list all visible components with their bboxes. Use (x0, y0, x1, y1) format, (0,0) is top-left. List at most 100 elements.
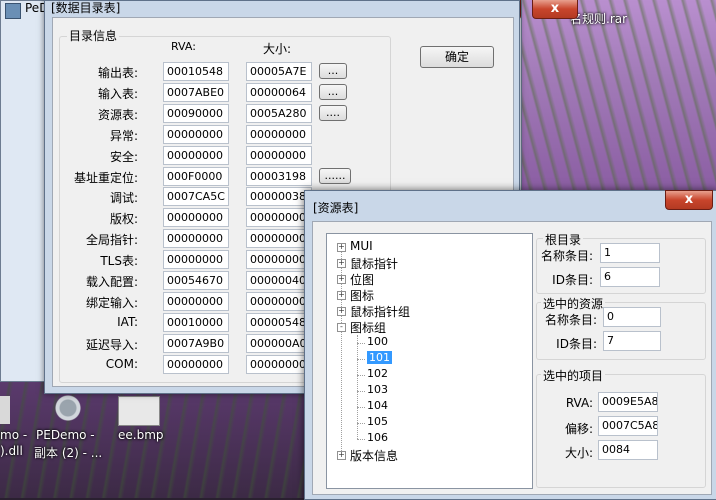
row-label: 基址重定位: (73, 171, 138, 185)
tree-node[interactable]: 图标组 (350, 319, 386, 336)
tree-line (357, 407, 365, 408)
resource-window-title: [资源表] (313, 201, 359, 215)
size-field[interactable]: 00003198 (246, 167, 312, 186)
size-field[interactable]: 00000000 (246, 292, 312, 311)
size-column-header: 大小: (263, 42, 292, 56)
row-label: 延迟导入: (85, 338, 138, 352)
root-id-count-field[interactable]: 6 (600, 267, 660, 287)
row-label: 绑定输入: (85, 296, 138, 310)
size-field[interactable]: 0005A280 (246, 104, 312, 123)
rva-field[interactable]: 00000000 (163, 355, 229, 374)
row-label: 输入表: (97, 87, 138, 101)
collapse-icon[interactable]: - (337, 323, 346, 332)
tree-node-child[interactable]: 105 (367, 415, 388, 428)
size-field[interactable]: 00000000 (246, 355, 312, 374)
gear-shortcut-icon[interactable] (52, 394, 92, 422)
rva-field[interactable]: 00010000 (163, 313, 229, 332)
root-directory-label: 根目录 (543, 231, 584, 248)
rva-field[interactable]: 00000000 (163, 146, 229, 165)
rva-field[interactable]: 00000000 (163, 208, 229, 227)
rva-field[interactable]: 00054670 (163, 271, 229, 290)
rva-field[interactable]: 0007CA5C (163, 187, 229, 206)
selected-item-label: 选中的项目 (541, 367, 606, 384)
tree-line (357, 375, 365, 376)
resource-tree[interactable]: + MUI + 鼠标指针 + 位图 + 图标 + 鼠标指针组 - 图标组 100 101 102 103 104… (326, 233, 533, 489)
tree-node-selected[interactable]: 101 (367, 351, 392, 364)
selected-name-label: 名称条目: (544, 313, 597, 327)
item-offset-field[interactable]: 0007C5A8 (598, 416, 658, 436)
tree-node[interactable]: 位图 (350, 271, 374, 288)
details-button[interactable]: ... (319, 63, 347, 79)
size-field[interactable]: 00000000 (246, 208, 312, 227)
expand-icon[interactable]: + (337, 451, 346, 460)
details-button[interactable]: ...... (319, 168, 351, 184)
size-field[interactable]: 00000040 (246, 271, 312, 290)
selected-id-count-field[interactable]: 7 (603, 331, 661, 351)
dll-file-icon[interactable] (0, 396, 10, 424)
resource-close-button[interactable]: x (665, 190, 713, 210)
expand-icon[interactable]: + (337, 275, 346, 284)
background-close-button-2[interactable]: x (532, 0, 578, 19)
size-field[interactable]: 00000064 (246, 83, 312, 102)
desktop-file-label[interactable]: 名规则.rar (570, 10, 627, 27)
root-id-label: ID条目: (552, 273, 593, 287)
details-button[interactable]: .... (319, 105, 347, 121)
tree-node-child[interactable]: 103 (367, 383, 388, 396)
tree-node-child[interactable]: 102 (367, 367, 388, 380)
selected-name-count-field[interactable]: 0 (603, 307, 661, 327)
tree-node-child[interactable]: 104 (367, 399, 388, 412)
rva-field[interactable]: 00000000 (163, 125, 229, 144)
tree-line (357, 439, 365, 440)
size-field[interactable]: 00000000 (246, 250, 312, 269)
size-field[interactable]: 00000000 (246, 229, 312, 248)
item-size-field[interactable]: 0084 (598, 440, 658, 460)
size-field[interactable]: 00005A7E (246, 62, 312, 81)
row-label: TLS表: (100, 254, 138, 268)
desktop-wallpaper-area (520, 0, 716, 190)
tree-node-child[interactable]: 100 (367, 335, 388, 348)
rva-field[interactable]: 00000000 (163, 250, 229, 269)
resource-client: + MUI + 鼠标指针 + 位图 + 图标 + 鼠标指针组 - 图标组 100 101 102 103 104… (312, 221, 712, 495)
rva-field[interactable]: 00000000 (163, 292, 229, 311)
app-icon (5, 3, 21, 19)
rva-field[interactable]: 0007A9B0 (163, 334, 229, 353)
rva-field[interactable]: 000F0000 (163, 167, 229, 186)
desktop-icon-label-2a: PEDemo - (36, 428, 95, 442)
rva-field[interactable]: 0007ABE0 (163, 83, 229, 102)
size-field[interactable]: 00000000 (246, 125, 312, 144)
bitmap-file-icon[interactable] (118, 396, 160, 426)
desktop-icon-label-2b: 副本 (2) - ... (34, 446, 103, 460)
tree-node-child[interactable]: 106 (367, 431, 388, 444)
selected-resource-label: 选中的资源 (541, 295, 606, 312)
details-button[interactable]: ... (319, 84, 347, 100)
rva-field[interactable]: 00000000 (163, 229, 229, 248)
close-icon: x (550, 1, 560, 16)
data-directory-title: [数据目录表] (51, 1, 121, 15)
tree-node[interactable]: MUI (350, 239, 373, 253)
expand-icon[interactable]: + (337, 291, 346, 300)
tree-node[interactable]: 鼠标指针 (350, 255, 398, 272)
rva-field[interactable]: 00010548 (163, 62, 229, 81)
desktop-icon-label-1b: ).dll (0, 444, 23, 458)
tree-node[interactable]: 版本信息 (350, 447, 398, 464)
expand-icon[interactable]: + (337, 243, 346, 252)
size-field[interactable]: 00000038 (246, 187, 312, 206)
row-label: COM: (105, 357, 138, 371)
desktop-icon-label-1a: mo - (0, 428, 28, 442)
root-name-label: 名称条目: (540, 249, 593, 263)
root-name-count-field[interactable]: 1 (600, 243, 660, 263)
ok-button[interactable]: 确定 (420, 46, 494, 68)
tree-line (357, 343, 365, 344)
size-field[interactable]: 000000A0 (246, 334, 312, 353)
tree-node[interactable]: 鼠标指针组 (350, 303, 410, 320)
expand-icon[interactable]: + (337, 259, 346, 268)
rva-field[interactable]: 00090000 (163, 104, 229, 123)
item-rva-field[interactable]: 0009E5A8 (598, 392, 658, 412)
expand-icon[interactable]: + (337, 307, 346, 316)
tree-line (357, 359, 365, 360)
size-field[interactable]: 00000548 (246, 313, 312, 332)
row-label: 载入配置: (85, 275, 138, 289)
row-label: 调试: (109, 191, 138, 205)
tree-node[interactable]: 图标 (350, 287, 374, 304)
size-field[interactable]: 00000000 (246, 146, 312, 165)
